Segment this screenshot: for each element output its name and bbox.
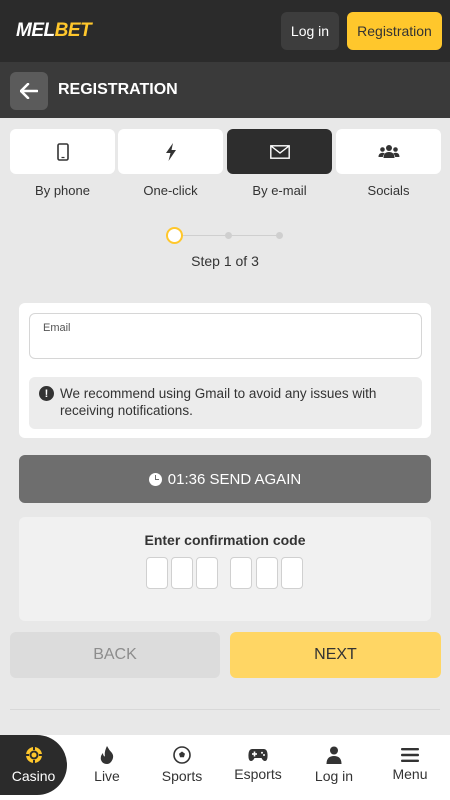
- gamepad-icon: [248, 749, 268, 761]
- notice-text: We recommend using Gmail to avoid any is…: [60, 386, 377, 418]
- nav-label-live: Live: [94, 768, 120, 784]
- step-text: Step 1 of 3: [191, 253, 259, 269]
- step-indicator-current: [166, 227, 183, 244]
- nav-log-in[interactable]: Log in: [298, 735, 370, 795]
- tab-label-by-email: By e-mail: [252, 183, 307, 198]
- nav-label-casino: Casino: [11, 768, 56, 784]
- code-digit-input-4[interactable]: [230, 557, 252, 589]
- nav-esports[interactable]: Esports: [222, 735, 294, 795]
- nav-label-sports: Sports: [161, 768, 203, 784]
- tab-one-click[interactable]: [118, 129, 223, 174]
- resend-label: SEND AGAIN: [209, 470, 302, 488]
- bottom-navigation: Casino Live Sports Esports Log in Menu: [0, 735, 450, 800]
- code-digit-input-1[interactable]: [146, 557, 168, 589]
- registration-button[interactable]: Registration: [347, 12, 442, 50]
- email-field[interactable]: Email: [29, 313, 422, 359]
- tab-by-email[interactable]: [227, 129, 332, 174]
- tab-label-one-click: One-click: [143, 183, 198, 198]
- code-digit-input-5[interactable]: [256, 557, 278, 589]
- logo-text-bet: BET: [54, 20, 92, 41]
- nav-sports[interactable]: Sports: [147, 735, 217, 795]
- nav-menu[interactable]: Menu: [374, 735, 446, 795]
- users-icon: [378, 144, 399, 158]
- lightning-icon: [165, 142, 176, 161]
- tab-by-phone[interactable]: [10, 129, 115, 174]
- tab-socials[interactable]: [336, 129, 441, 174]
- email-field-label: Email: [43, 322, 71, 334]
- clock-icon: [148, 472, 162, 486]
- flame-icon: [100, 746, 114, 764]
- nav-casino[interactable]: Casino: [0, 735, 67, 795]
- send-again-button[interactable]: 01:36 SEND AGAIN: [19, 455, 431, 503]
- confirmation-code-card: Enter confirmation code: [19, 517, 431, 621]
- step-indicator-2: [225, 232, 232, 239]
- step-progress: [166, 227, 286, 245]
- envelope-icon: [269, 144, 290, 159]
- menu-icon: [401, 748, 419, 762]
- top-bar: MELBET Log in Registration: [0, 0, 450, 62]
- step-connector: [183, 235, 229, 236]
- code-digit-input-3[interactable]: [196, 557, 218, 589]
- code-digit-input-6[interactable]: [281, 557, 303, 589]
- logo-text-mel: MEL: [16, 20, 55, 41]
- resend-timer: 01:36: [167, 470, 206, 488]
- exclamation-icon: !: [39, 386, 54, 401]
- registration-header: REGISTRATION: [0, 62, 450, 118]
- back-button[interactable]: BACK: [10, 632, 220, 678]
- melbet-logo[interactable]: MELBET: [16, 20, 92, 42]
- tab-label-socials: Socials: [367, 183, 410, 198]
- gmail-notice: ! We recommend using Gmail to avoid any …: [29, 377, 422, 429]
- code-digit-input-2[interactable]: [171, 557, 193, 589]
- back-arrow-button[interactable]: [10, 72, 48, 110]
- tab-label-by-phone: By phone: [35, 183, 90, 198]
- casino-chip-icon: [25, 747, 42, 763]
- arrow-left-icon: [20, 83, 38, 99]
- next-button[interactable]: NEXT: [230, 632, 441, 678]
- soccer-ball-icon: [173, 746, 191, 764]
- user-icon: [326, 746, 342, 764]
- step-connector: [232, 235, 278, 236]
- confirmation-code-title: Enter confirmation code: [144, 532, 306, 548]
- email-form-card: Email ! We recommend using Gmail to avoi…: [19, 303, 431, 438]
- nav-label-menu: Menu: [392, 766, 428, 782]
- login-button[interactable]: Log in: [281, 12, 339, 50]
- page-title: REGISTRATION: [58, 81, 178, 98]
- step-indicator-3: [276, 232, 283, 239]
- phone-icon: [56, 142, 69, 161]
- nav-label-log-in: Log in: [314, 768, 354, 784]
- nav-label-esports: Esports: [234, 766, 282, 782]
- divider: [10, 709, 440, 710]
- nav-live[interactable]: Live: [72, 735, 142, 795]
